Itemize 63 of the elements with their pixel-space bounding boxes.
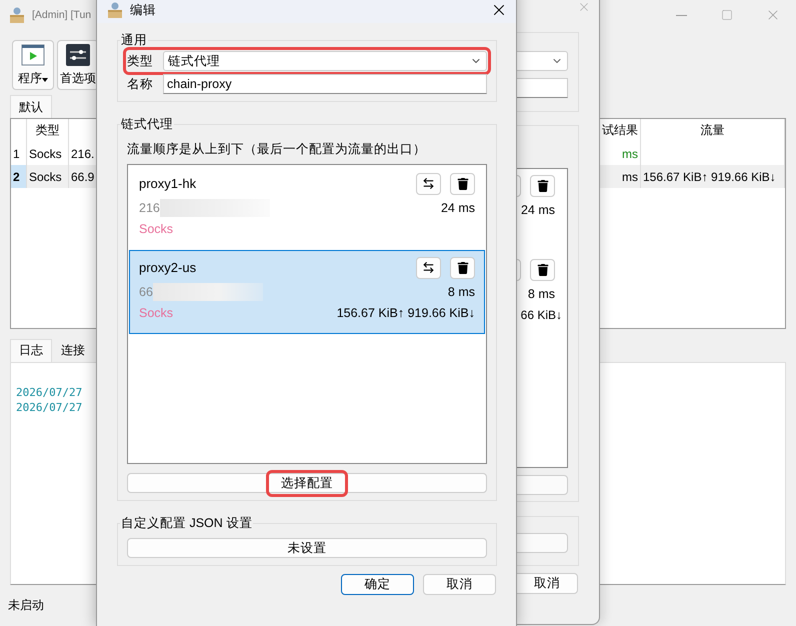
app-icon xyxy=(106,1,124,19)
maximize-icon xyxy=(721,9,733,21)
column-header: 流量 xyxy=(641,119,785,142)
field-label: 类型 xyxy=(127,52,154,70)
proxy-name: proxy1-hk xyxy=(139,176,196,191)
window-title: [Admin] [Tun xyxy=(32,9,92,21)
delete-button[interactable] xyxy=(450,256,475,278)
row-number: 2 xyxy=(11,165,27,188)
type-dropdown[interactable]: 链式代理 xyxy=(163,51,487,71)
hint-text: 流量顺序是从上到下（最后一个配置为流量的出口） xyxy=(127,141,427,158)
group-title: 通用 xyxy=(120,32,148,49)
minimize-icon xyxy=(676,14,686,16)
protocol-text: Socks xyxy=(139,222,174,236)
latency-text: 8 ms xyxy=(528,286,555,303)
app-icon xyxy=(8,6,26,24)
address-text: 216 xyxy=(139,200,160,214)
cancel-button[interactable]: 取消 xyxy=(423,574,496,595)
latency-text: 24 ms xyxy=(520,202,555,219)
tab[interactable]: 连接 xyxy=(52,338,94,362)
delete-button[interactable] xyxy=(530,175,555,197)
log-line: 2026/07/27 xyxy=(16,384,84,400)
delete-button[interactable] xyxy=(530,259,555,281)
toolbar-button[interactable]: 程序 xyxy=(12,40,54,90)
select-config-button[interactable]: 选择配置 xyxy=(127,473,487,493)
table-cell: 156.67 KiB↑ 919.66 KiB↓ xyxy=(641,165,785,188)
latency-text: 8 ms xyxy=(448,284,475,298)
trash-icon xyxy=(536,180,548,192)
tab[interactable]: 日志 xyxy=(10,338,52,362)
traffic-text: 66 KiB↓ xyxy=(520,307,562,324)
input-field[interactable] xyxy=(517,78,568,98)
swap-arrows-icon xyxy=(422,177,435,190)
json-settings-button[interactable]: 未设置 xyxy=(127,538,487,558)
field-label: 名称 xyxy=(127,76,154,92)
dialog-title: 编辑 xyxy=(130,2,156,19)
swap-arrows-icon xyxy=(422,261,435,274)
ok-button[interactable]: 确定 xyxy=(341,574,414,595)
caret-icon xyxy=(42,78,48,82)
traffic-text: 156.67 KiB↑ 919.66 KiB↓ xyxy=(336,306,475,320)
delete-button[interactable] xyxy=(450,172,475,194)
toolbar-button[interactable]: 首选项 xyxy=(57,40,99,90)
trash-icon xyxy=(456,262,468,274)
dropdown[interactable] xyxy=(517,51,568,71)
table-cell: Socks xyxy=(27,165,69,188)
name-field[interactable]: chain-proxy xyxy=(163,74,487,94)
column-header: 类型 xyxy=(27,119,69,142)
trash-icon xyxy=(536,264,548,276)
tab[interactable]: 默认 xyxy=(10,95,52,118)
cancel-button[interactable]: 取消 xyxy=(517,573,578,594)
swap-button[interactable] xyxy=(416,256,441,278)
trash-icon xyxy=(456,178,468,190)
program-window-icon xyxy=(21,44,45,66)
protocol-text: Socks xyxy=(139,306,174,320)
group-title: 链式代理 xyxy=(120,116,174,133)
status-text: 未启动 xyxy=(8,597,45,614)
group-title: 自定义配置 JSON 设置 xyxy=(120,515,254,532)
table-cell: ms xyxy=(597,165,641,188)
log-line: 2026/07/27 xyxy=(16,400,84,415)
proxy-card[interactable]: proxy2-us 66 8 ms Socks 156.67 KiB↑ 919.66 KiB↓ xyxy=(129,250,485,334)
proxy-name: proxy2-us xyxy=(139,260,196,275)
latency-text: 24 ms xyxy=(440,200,475,214)
sliders-icon xyxy=(66,44,90,66)
address-text: 66 xyxy=(139,284,153,298)
swap-button[interactable] xyxy=(416,172,441,194)
